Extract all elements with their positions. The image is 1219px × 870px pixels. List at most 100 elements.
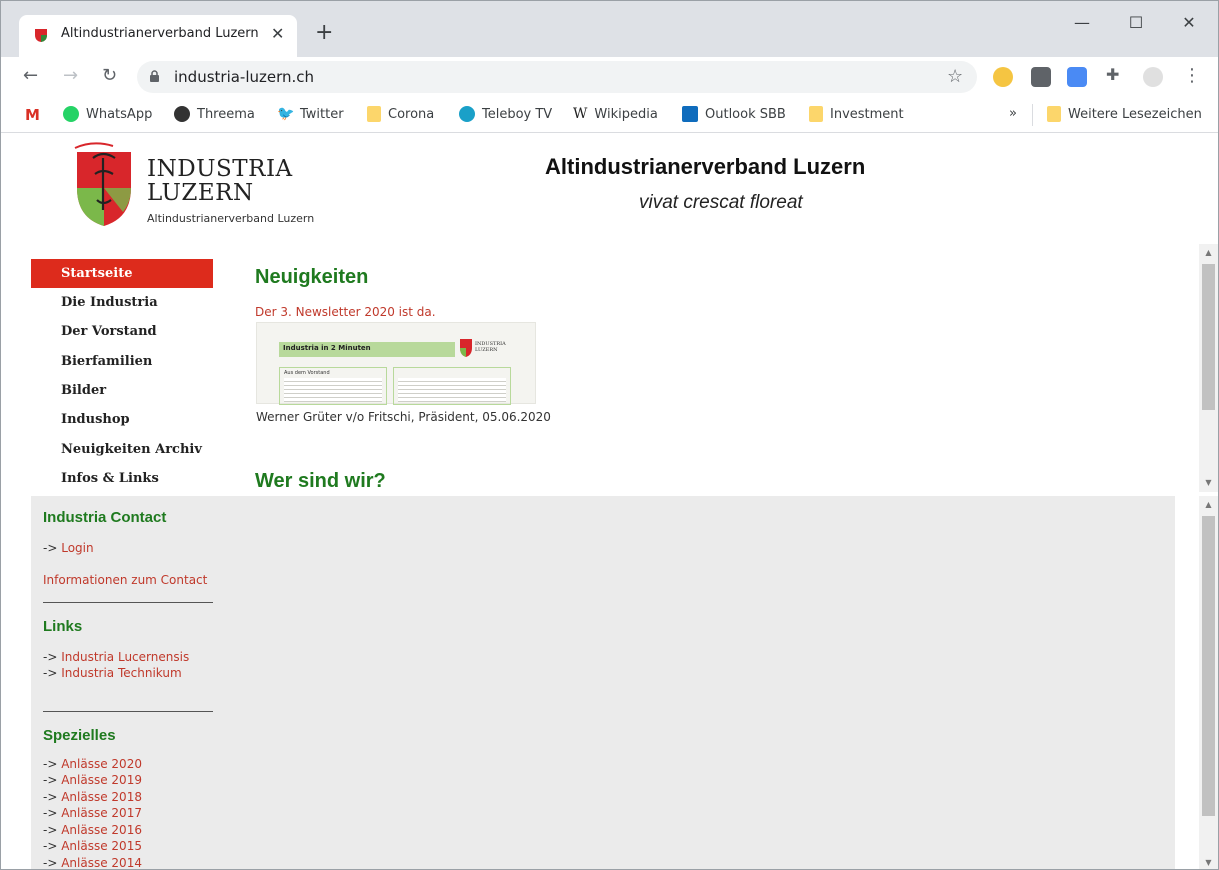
scrollbar-thumb[interactable] — [1202, 516, 1215, 816]
wikipedia-icon: W — [573, 106, 588, 122]
twitter-icon: 🐦 — [277, 106, 295, 122]
main-frame: Startseite Die Industria Der Vorstand Bi… — [1, 244, 1218, 492]
links-heading: Links — [43, 618, 83, 635]
bookmark-twitter[interactable]: 🐦 Twitter — [277, 106, 344, 122]
scrollbar-thumb[interactable] — [1202, 264, 1215, 410]
menu-item-bierfamilien[interactable]: Bierfamilien — [31, 347, 213, 376]
whatsapp-icon — [63, 106, 79, 122]
back-icon[interactable]: ← — [23, 65, 38, 86]
link-industria-technikum[interactable]: -> Industria Technikum — [43, 666, 182, 680]
toolbar: ← → ↻ industria-luzern.ch ☆ ✚ ⋮ — [1, 57, 1218, 97]
link-anlaesse-2020[interactable]: -> Anlässe 2020 — [43, 757, 142, 771]
other-bookmarks-label: Weitere Lesezeichen — [1068, 106, 1202, 122]
link-anlaesse-2014[interactable]: -> Anlässe 2014 — [43, 856, 142, 869]
scroll-up-icon[interactable]: ▲ — [1199, 500, 1218, 509]
industria-favicon-icon — [35, 29, 47, 42]
bookmarks-divider — [1032, 104, 1033, 126]
thumbnail-title: Industria in 2 Minuten — [283, 344, 371, 352]
newsletter-thumbnail[interactable]: Industria in 2 Minuten INDUSTRIA LUZERN A… — [256, 322, 536, 405]
news-author: Werner Grüter v/o Fritschi, Präsident, 0… — [256, 410, 551, 424]
new-tab-button[interactable]: + — [315, 22, 333, 44]
gmail-icon: M — [25, 106, 40, 124]
tab-close-icon[interactable]: ✕ — [271, 24, 284, 43]
address-bar[interactable]: industria-luzern.ch ☆ — [137, 61, 977, 93]
bookmark-investment[interactable]: Investment — [809, 106, 904, 122]
bookmark-label: Corona — [388, 106, 435, 122]
contact-heading: Industria Contact — [43, 509, 167, 526]
profile-avatar-icon[interactable] — [1143, 67, 1163, 87]
thumbnail-text-lines — [284, 378, 382, 402]
bookmark-threema[interactable]: Threema — [174, 106, 255, 122]
thumbnail-column-left: Aus dem Vorstand — [279, 367, 387, 405]
link-industria-lucernensis[interactable]: -> Industria Lucernensis — [43, 650, 189, 664]
who-are-we-heading: Wer sind wir? — [255, 470, 386, 492]
sidebar-frame-scrollbar[interactable]: ▲ ▼ — [1199, 496, 1218, 869]
divider — [43, 711, 213, 712]
industria-crest-logo[interactable] — [73, 140, 135, 226]
bookmark-label: WhatsApp — [86, 106, 153, 122]
extension-bulb-icon[interactable] — [1031, 67, 1051, 87]
link-anlaesse-2016[interactable]: -> Anlässe 2016 — [43, 823, 142, 837]
sidebar-frame: Industria Contact -> Login Informationen… — [31, 496, 1175, 869]
url-text: industria-luzern.ch — [174, 68, 315, 86]
bookmark-wikipedia[interactable]: W Wikipedia — [573, 106, 658, 122]
bookmark-teleboy[interactable]: Teleboy TV — [459, 106, 552, 122]
bookmarks-bar: M WhatsApp Threema 🐦 Twitter Corona Tele… — [1, 97, 1218, 133]
main-frame-scrollbar[interactable]: ▲ ▼ — [1199, 244, 1218, 492]
thumbnail-column-right — [393, 367, 511, 405]
login-link[interactable]: -> Login — [43, 541, 94, 555]
thumbnail-title-bar: Industria in 2 Minuten — [279, 342, 455, 357]
bookmark-label: Twitter — [300, 106, 344, 122]
bookmark-label: Investment — [830, 106, 904, 122]
reload-icon[interactable]: ↻ — [102, 65, 117, 86]
forward-icon[interactable]: → — [63, 65, 78, 86]
link-anlaesse-2015[interactable]: -> Anlässe 2015 — [43, 839, 142, 853]
contact-info-link[interactable]: Informationen zum Contact — [43, 573, 207, 587]
bookmark-label: Threema — [197, 106, 255, 122]
thumbnail-column-label: Aus dem Vorstand — [284, 370, 330, 376]
extension-compass-icon[interactable] — [993, 67, 1013, 87]
page-content: INDUSTRIA LUZERN Altindustrianerverband … — [1, 134, 1218, 869]
scroll-down-icon[interactable]: ▼ — [1199, 858, 1218, 867]
newsletter-link[interactable]: Der 3. Newsletter 2020 ist da. — [255, 305, 436, 319]
close-window-icon[interactable]: ✕ — [1179, 13, 1199, 32]
browser-menu-icon[interactable]: ⋮ — [1183, 65, 1201, 86]
bookmarks-overflow-icon[interactable]: » — [1009, 106, 1017, 121]
menu-item-der-vorstand[interactable]: Der Vorstand — [31, 317, 213, 346]
menu-item-die-industria[interactable]: Die Industria — [31, 288, 213, 317]
bookmark-outlook[interactable]: Outlook SBB — [682, 106, 786, 122]
site-title: Altindustrianerverband Luzern — [545, 154, 866, 179]
bookmark-label: Outlook SBB — [705, 106, 786, 122]
outlook-icon — [682, 106, 698, 122]
special-heading: Spezielles — [43, 727, 116, 744]
thumbnail-text-lines — [398, 378, 506, 402]
google-translate-icon[interactable] — [1067, 67, 1087, 87]
tab-active[interactable]: Altindustrianerverband Luzern ✕ — [19, 15, 297, 57]
minimize-icon[interactable]: — — [1072, 13, 1092, 32]
link-anlaesse-2018[interactable]: -> Anlässe 2018 — [43, 790, 142, 804]
other-bookmarks[interactable]: Weitere Lesezeichen — [1047, 106, 1202, 122]
gmail-bookmark[interactable]: M — [25, 106, 40, 124]
divider — [43, 602, 213, 603]
menu-item-bilder[interactable]: Bilder — [31, 376, 213, 405]
scroll-down-icon[interactable]: ▼ — [1199, 478, 1218, 487]
browser-window: Altindustrianerverband Luzern ✕ + — ☐ ✕ … — [0, 0, 1219, 870]
menu-item-indushop[interactable]: Indushop — [31, 405, 213, 434]
scroll-up-icon[interactable]: ▲ — [1199, 248, 1218, 257]
bookmark-whatsapp[interactable]: WhatsApp — [63, 106, 152, 122]
teleboy-icon — [459, 106, 475, 122]
menu-item-neuigkeiten-archiv[interactable]: Neuigkeiten Archiv — [31, 435, 213, 464]
folder-icon — [1047, 106, 1061, 122]
menu-item-startseite[interactable]: Startseite — [31, 259, 213, 288]
link-anlaesse-2019[interactable]: -> Anlässe 2019 — [43, 773, 142, 787]
lock-icon — [150, 70, 159, 82]
maximize-icon[interactable]: ☐ — [1126, 13, 1146, 32]
menu-item-infos-links[interactable]: Infos & Links — [31, 464, 213, 492]
logo-title-line2: LUZERN — [147, 180, 254, 206]
site-motto: vivat crescat floreat — [639, 192, 803, 213]
link-anlaesse-2017[interactable]: -> Anlässe 2017 — [43, 806, 142, 820]
bookmark-label: Wikipedia — [594, 106, 658, 122]
bookmark-star-icon[interactable]: ☆ — [947, 66, 963, 87]
extensions-puzzle-icon[interactable]: ✚ — [1106, 65, 1126, 85]
bookmark-corona[interactable]: Corona — [367, 106, 434, 122]
